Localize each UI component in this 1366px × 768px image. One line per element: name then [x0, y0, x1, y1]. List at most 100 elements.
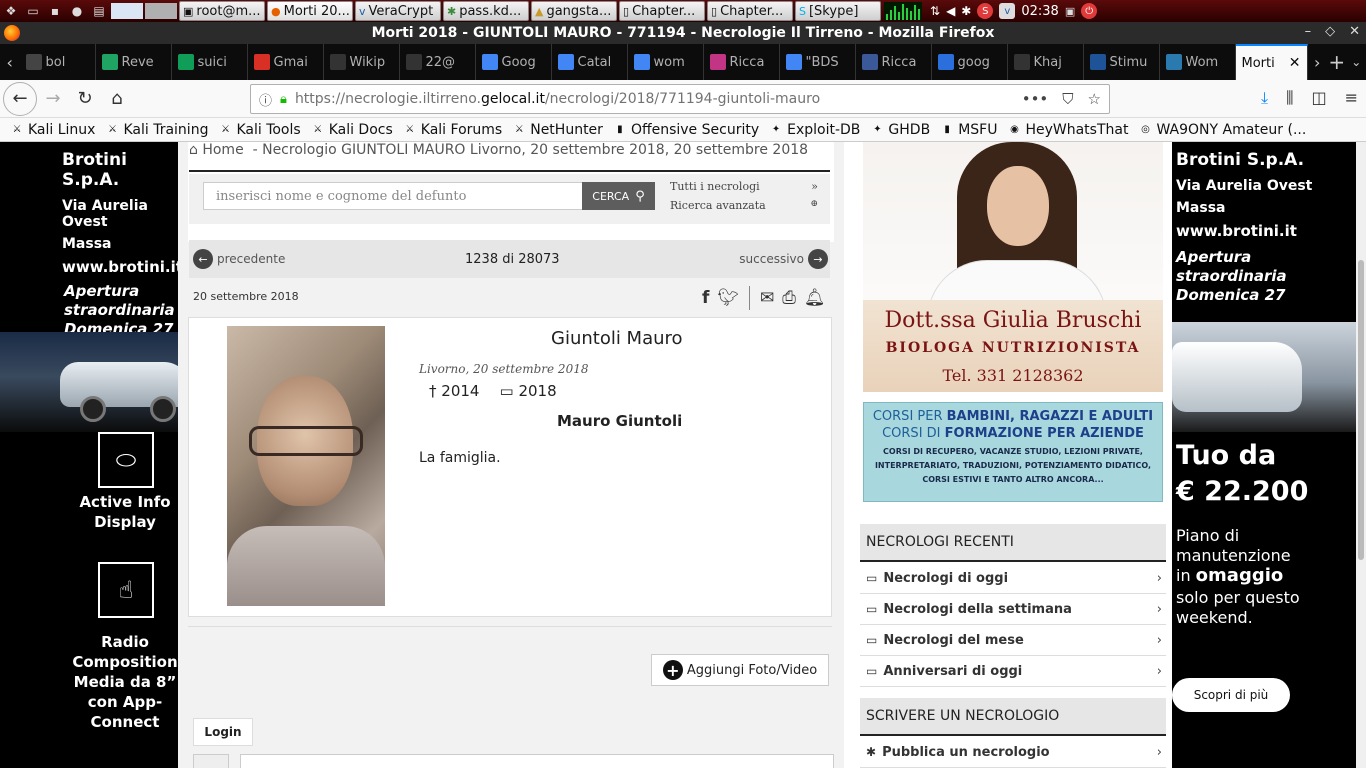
tab-scroll-right-icon[interactable]: › — [1308, 44, 1328, 80]
file-manager-icon[interactable]: ▤ — [90, 3, 108, 19]
login-tab[interactable]: Login — [193, 718, 253, 746]
courses-ad[interactable]: CORSI PER BAMBINI, RAGAZZI E ADULTI CORS… — [863, 402, 1163, 502]
browser-launcher-icon[interactable]: ● — [68, 3, 86, 19]
home-button[interactable]: ⌂ — [101, 83, 133, 115]
left-skin-ad[interactable]: Brotini S.p.A. Via Aurelia Ovest Massa w… — [0, 142, 190, 768]
search-input[interactable]: inserisci nome e cognome del defunto — [203, 182, 583, 210]
tab[interactable]: Khaj — [1008, 44, 1084, 80]
close-tab-icon[interactable]: ✕ — [1289, 55, 1301, 71]
page-actions-icon[interactable]: ••• — [1022, 90, 1049, 108]
back-button[interactable]: ← — [3, 81, 37, 116]
tab-scroll-left-icon[interactable]: ‹ — [0, 44, 20, 80]
tab[interactable]: goog — [932, 44, 1008, 80]
close-window-icon[interactable]: ✕ — [1349, 24, 1360, 39]
library-icon[interactable]: ⫼ — [1286, 88, 1293, 108]
url-bar[interactable]: ⓘ 🔒︎ https://necrologie.iltirreno. geloca… — [250, 84, 1110, 114]
bookmark-item[interactable]: ⚔ NetHunter — [512, 122, 603, 138]
tab[interactable]: bol — [20, 44, 96, 80]
lock-screen-icon[interactable]: ▣ — [1065, 5, 1075, 18]
print-icon[interactable]: ⎙ — [782, 288, 796, 308]
forward-button[interactable]: → — [37, 83, 69, 115]
nutritionist-ad[interactable]: Dott.ssa Giulia Bruschi BIOLOGA NUTRIZIO… — [863, 142, 1163, 392]
sidebar-item-today[interactable]: ▭ Necrologi di oggi › — [860, 563, 1166, 594]
bookmark-item[interactable]: ⚔ Kali Forums — [403, 122, 502, 138]
veracrypt-tray-icon[interactable]: v — [999, 3, 1016, 19]
deceased-photo[interactable] — [227, 326, 385, 606]
taskbar-task-keepass[interactable]: ✱ pass.kd... — [443, 1, 529, 21]
tab[interactable]: Ricca — [704, 44, 780, 80]
sidebar-item-month[interactable]: ▭ Necrologi del mese › — [860, 625, 1166, 656]
tab[interactable]: wom — [628, 44, 704, 80]
all-obituaries-link[interactable]: Tutti i necrologi» — [670, 180, 818, 193]
maximize-icon[interactable]: ◇ — [1325, 24, 1335, 39]
previous-link[interactable]: ← precedente — [193, 249, 285, 269]
taskbar-task-firefox[interactable]: ● Morti 20... — [267, 1, 353, 21]
site-info-icon[interactable]: ⓘ — [259, 90, 272, 109]
comment-input[interactable] — [240, 754, 834, 768]
workspace-2[interactable] — [145, 3, 177, 19]
tab[interactable]: Stimu — [1084, 44, 1160, 80]
tab[interactable]: suici — [172, 44, 248, 80]
bookmark-item[interactable]: ⚔ Kali Training — [105, 122, 208, 138]
bookmark-item[interactable]: ⚔ Kali Linux — [10, 122, 96, 138]
taskbar-task-chapter-2[interactable]: ▯ Chapter... — [707, 1, 793, 21]
advanced-search-link[interactable]: Ricerca avanzata ⊕ — [670, 199, 818, 212]
tab-active[interactable]: Morti ✕ — [1235, 44, 1308, 80]
skype-tray-icon[interactable]: S — [977, 3, 994, 19]
notification-bell-icon[interactable]: 🔔︎ — [804, 288, 826, 308]
downloads-icon[interactable]: ⤓ — [1261, 88, 1268, 108]
bookmark-item[interactable]: ✦ GHDB — [870, 122, 930, 138]
home-icon[interactable]: ⌂ — [189, 142, 198, 158]
sidebar-item-anniversaries[interactable]: ▭ Anniversari di oggi › — [860, 656, 1166, 687]
taskbar-task-skype[interactable]: S [Skype] — [795, 1, 881, 21]
new-tab-icon[interactable]: + — [1327, 44, 1347, 80]
bookmark-item[interactable]: ▮ Offensive Security — [613, 122, 759, 138]
bookmark-item[interactable]: ◎ WA9ONY Amateur (... — [1138, 122, 1306, 138]
tab[interactable]: Reve — [96, 44, 172, 80]
kali-menu-icon[interactable]: ❖ — [2, 3, 20, 19]
show-desktop-icon[interactable]: ▭ — [24, 3, 42, 19]
tab[interactable]: Catal — [552, 44, 628, 80]
network-icon[interactable]: ⇅ — [930, 4, 940, 18]
page-scrollbar[interactable] — [1356, 142, 1366, 768]
sidebar-item-week[interactable]: ▭ Necrologi della settimana › — [860, 594, 1166, 625]
reload-button[interactable]: ↻ — [69, 83, 101, 115]
bookmark-star-icon[interactable]: ☆ — [1088, 90, 1101, 108]
tab[interactable]: Wikip — [324, 44, 400, 80]
taskbar-task-chapter-1[interactable]: ▯ Chapter... — [619, 1, 705, 21]
lock-icon[interactable]: 🔒︎ — [280, 92, 287, 107]
next-link[interactable]: successivo → — [739, 249, 828, 269]
bookmark-item[interactable]: ▮ MSFU — [940, 122, 997, 138]
tab[interactable]: "BDS — [780, 44, 856, 80]
discover-more-button[interactable]: Scopri di più — [1172, 678, 1290, 712]
bookmark-item[interactable]: ✦ Exploit-DB — [769, 122, 861, 138]
tab[interactable]: Goog — [476, 44, 552, 80]
search-button[interactable]: CERCA ⚲ — [582, 182, 655, 210]
power-icon[interactable]: ⏻ — [1081, 3, 1098, 19]
taskbar-task-folder[interactable]: ▲ gangsta... — [531, 1, 617, 21]
workspace-1[interactable] — [111, 3, 143, 19]
terminal-launcher-icon[interactable]: ▪ — [46, 3, 64, 19]
volume-icon[interactable]: ◀ — [946, 4, 955, 18]
tab[interactable]: Wom — [1160, 44, 1236, 80]
minimize-icon[interactable]: – — [1305, 24, 1312, 39]
email-share-icon[interactable]: ✉ — [760, 288, 774, 308]
bookmark-item[interactable]: ⚔ Kali Tools — [218, 122, 301, 138]
twitter-share-icon[interactable]: 🐦︎ — [717, 288, 739, 308]
breadcrumb-home[interactable]: Home — [202, 142, 243, 158]
sidebar-toggle-icon[interactable]: ◫ — [1311, 88, 1326, 108]
pocket-icon[interactable]: ⛉ — [1062, 90, 1073, 108]
bookmark-item[interactable]: ⚔ Kali Docs — [311, 122, 393, 138]
clock[interactable]: 02:38 — [1021, 4, 1058, 19]
menu-icon[interactable]: ≡ — [1345, 88, 1358, 108]
facebook-share-icon[interactable]: f — [702, 288, 709, 308]
tab[interactable]: Ricca — [856, 44, 932, 80]
tab[interactable]: 22@ — [400, 44, 476, 80]
right-skin-ad[interactable]: Brotini S.p.A. Via Aurelia Ovest Massa w… — [1172, 142, 1356, 768]
tab[interactable]: Gmai — [248, 44, 324, 80]
bookmark-item[interactable]: ◉ HeyWhatsThat — [1007, 122, 1128, 138]
scrollbar-thumb[interactable] — [1358, 260, 1364, 560]
add-media-button[interactable]: + Aggiungi Foto/Video — [651, 654, 829, 686]
taskbar-task-veracrypt[interactable]: v VeraCrypt — [355, 1, 441, 21]
tab-list-icon[interactable]: ⌄ — [1347, 44, 1366, 80]
